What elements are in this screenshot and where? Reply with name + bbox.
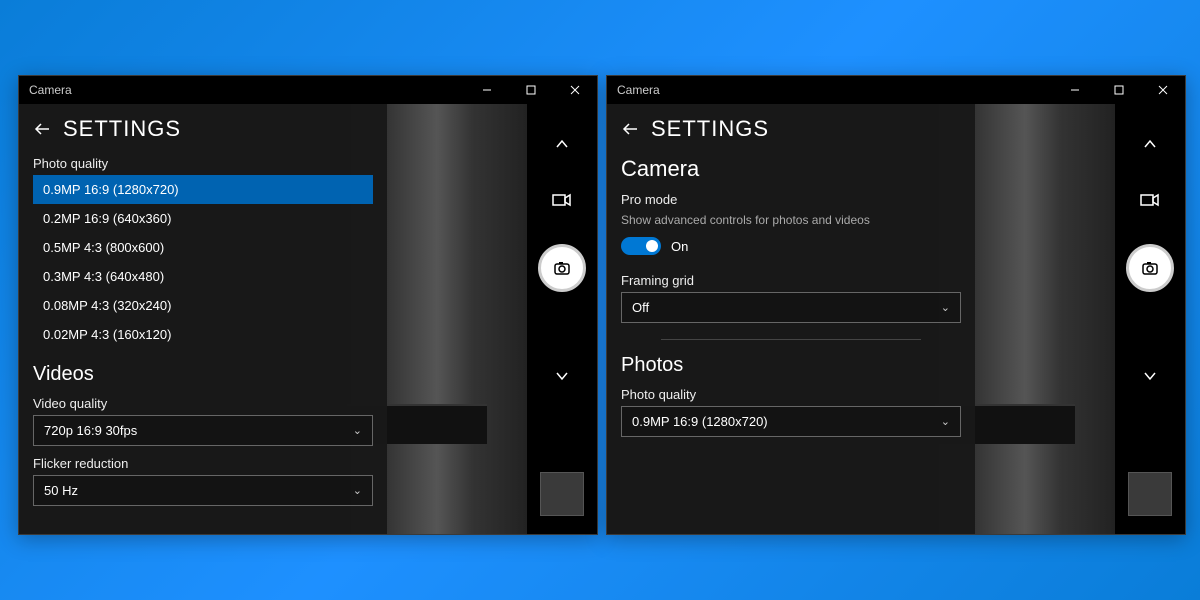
photo-quality-dropdown[interactable]: 0.9MP 16:9 (1280x720) ⌄ (621, 406, 961, 437)
titlebar-controls (1053, 76, 1185, 104)
shutter-button[interactable] (538, 244, 586, 292)
framing-grid-label: Framing grid (621, 273, 961, 288)
photo-quality-option[interactable]: 0.5MP 4:3 (800x600) (33, 233, 373, 262)
video-mode-icon[interactable] (542, 180, 582, 220)
minimize-button[interactable] (1053, 76, 1097, 104)
shutter-button[interactable] (1126, 244, 1174, 292)
framing-grid-value: Off (632, 300, 649, 315)
photo-quality-option[interactable]: 0.2MP 16:9 (640x360) (33, 204, 373, 233)
section-divider (661, 339, 921, 340)
chevron-down-icon[interactable] (542, 356, 582, 396)
camera-window-right: Camera SETTINGS Camera Pro mode Show adv… (606, 75, 1186, 535)
videos-heading: Videos (33, 363, 373, 386)
video-mode-icon[interactable] (1130, 180, 1170, 220)
framing-grid-dropdown[interactable]: Off ⌄ (621, 292, 961, 323)
video-quality-label: Video quality (33, 396, 373, 411)
camera-window-left: Camera SETTINGS Photo quality 0.9MP 16:9… (18, 75, 598, 535)
chevron-down-icon[interactable] (1130, 356, 1170, 396)
photo-quality-option[interactable]: 0.02MP 4:3 (160x120) (33, 320, 373, 349)
video-quality-value: 720p 16:9 30fps (44, 423, 137, 438)
back-arrow-icon[interactable] (33, 120, 51, 138)
photo-quality-value: 0.9MP 16:9 (1280x720) (632, 414, 768, 429)
chevron-down-icon: ⌄ (941, 415, 950, 428)
back-arrow-icon[interactable] (621, 120, 639, 138)
photo-quality-label: Photo quality (33, 156, 373, 171)
flicker-value: 50 Hz (44, 483, 78, 498)
settings-title: SETTINGS (651, 116, 769, 142)
chevron-up-icon[interactable] (542, 124, 582, 164)
minimize-button[interactable] (465, 76, 509, 104)
camera-controls (1115, 104, 1185, 534)
titlebar: Camera (19, 76, 597, 104)
photo-quality-label: Photo quality (621, 387, 961, 402)
last-capture-thumbnail[interactable] (540, 472, 584, 516)
chevron-up-icon[interactable] (1130, 124, 1170, 164)
settings-panel: SETTINGS Camera Pro mode Show advanced c… (607, 104, 975, 534)
pro-mode-toggle[interactable] (621, 237, 661, 255)
photo-quality-option[interactable]: 0.9MP 16:9 (1280x720) (33, 175, 373, 204)
titlebar-title: Camera (19, 83, 72, 97)
maximize-button[interactable] (1097, 76, 1141, 104)
chevron-down-icon: ⌄ (941, 301, 950, 314)
titlebar: Camera (607, 76, 1185, 104)
pro-mode-label: Pro mode (621, 192, 961, 207)
photo-quality-option[interactable]: 0.3MP 4:3 (640x480) (33, 262, 373, 291)
last-capture-thumbnail[interactable] (1128, 472, 1172, 516)
close-button[interactable] (553, 76, 597, 104)
flicker-reduction-label: Flicker reduction (33, 456, 373, 471)
titlebar-title: Camera (607, 83, 660, 97)
settings-title: SETTINGS (63, 116, 181, 142)
settings-panel: SETTINGS Photo quality 0.9MP 16:9 (1280x… (19, 104, 387, 534)
titlebar-controls (465, 76, 597, 104)
chevron-down-icon: ⌄ (353, 424, 362, 437)
photo-quality-option[interactable]: 0.08MP 4:3 (320x240) (33, 291, 373, 320)
maximize-button[interactable] (509, 76, 553, 104)
flicker-dropdown[interactable]: 50 Hz ⌄ (33, 475, 373, 506)
chevron-down-icon: ⌄ (353, 484, 362, 497)
photos-heading: Photos (621, 354, 961, 377)
video-quality-dropdown[interactable]: 720p 16:9 30fps ⌄ (33, 415, 373, 446)
photo-quality-options: 0.9MP 16:9 (1280x720) 0.2MP 16:9 (640x36… (33, 175, 373, 349)
pro-mode-state: On (671, 239, 688, 254)
close-button[interactable] (1141, 76, 1185, 104)
camera-controls (527, 104, 597, 534)
pro-mode-description: Show advanced controls for photos and vi… (621, 213, 870, 227)
camera-heading: Camera (621, 156, 961, 182)
